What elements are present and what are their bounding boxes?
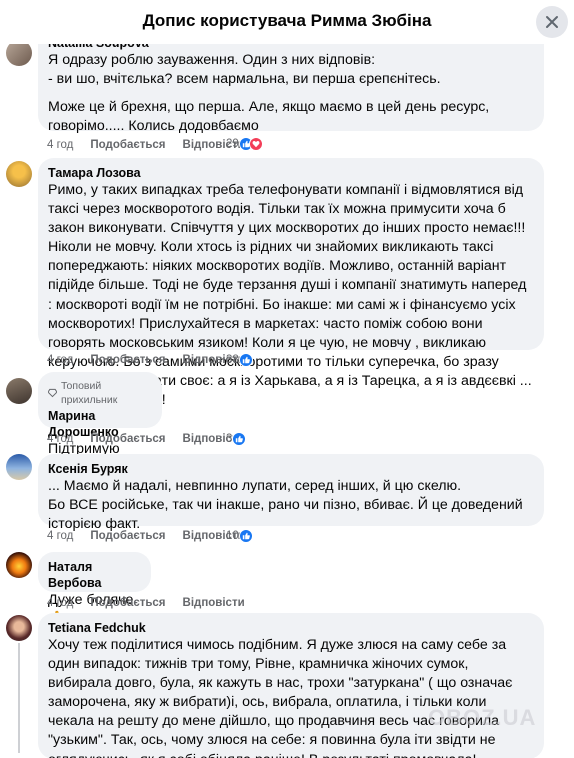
comment-author[interactable]: Наталя Вербова [48,559,139,591]
like-icon [238,529,253,543]
comment-time[interactable]: 4 год [47,597,73,609]
comment-time[interactable]: 4 год [47,139,73,151]
love-icon [248,137,263,151]
comment-text: Може це й брехня, що перша. Але, якщо ма… [48,99,490,135]
reaction-count[interactable]: 38 [226,353,253,367]
comment-time[interactable]: 4 год [47,354,73,366]
reaction-count[interactable]: 10 [226,529,253,543]
avatar[interactable] [6,454,32,480]
comment-author[interactable]: Тамара Лозова [48,165,532,181]
comment-bubble: Tetiana Fedchuk Хочу теж поділитися чимо… [38,613,544,758]
comment-author[interactable]: Tetiana Fedchuk [48,620,532,636]
like-button[interactable]: Подобається [90,530,165,542]
like-button[interactable]: Подобається [90,433,165,445]
avatar[interactable] [6,378,32,404]
comment-bubble: Тамара Лозова Римо, у таких випадках тре… [38,158,544,408]
reaction-count[interactable]: 3 [226,432,247,446]
diamond-icon [48,388,57,398]
comment-text: Хочу теж поділитися чимось подібним. Я д… [48,637,513,758]
comments-feed[interactable]: Nataliia Soupova Я одразу роблю зауважен… [0,36,574,758]
dialog-title: Допис користувача Римма Зюбіна [142,11,432,30]
reply-thread-line [18,643,20,753]
comment-bubble: Nataliia Soupova Я одразу роблю зауважен… [38,36,544,134]
comment-text: ... Маємо й надалі, невпинно лупати, сер… [48,478,523,533]
like-icon [238,353,253,367]
watermark-logo: OBOZ.UA [428,705,537,730]
badge-label: Топовий прихильник [60,380,118,406]
avatar[interactable] [6,161,32,187]
comment-author[interactable]: Ксенія Буряк [48,461,532,477]
like-icon [232,432,247,446]
reaction-number: 38 [226,354,239,366]
like-button[interactable]: Подобається [90,597,165,609]
reaction-number: 29 [226,138,239,150]
avatar[interactable] [6,615,32,641]
close-icon [546,16,558,28]
post-dialog-header: Допис користувача Римма Зюбіна [0,0,574,44]
comment-time[interactable]: 4 год [47,433,73,445]
reaction-count[interactable]: 29 [226,137,263,151]
comment-actions: 4 год Подобається Відповісти [47,597,262,609]
comment-bubble: Ксенія Буряк ... Маємо й надалі, невпинн… [38,454,544,532]
like-button[interactable]: Подобається [90,354,165,366]
close-button[interactable] [536,6,568,38]
reaction-number: 10 [226,530,239,542]
top-fan-badge: Топовий прихильник [48,379,150,407]
avatar[interactable] [6,552,32,578]
comment-bubble: Топовий прихильник Марина Дорошенко Підт… [38,372,162,457]
like-button[interactable]: Подобається [90,139,165,151]
reply-button[interactable]: Відповісти [183,597,245,609]
comment-bubble: Наталя Вербова Дуже боляче 🙏 [38,552,151,627]
comment-time[interactable]: 4 год [47,530,73,542]
comment-text: Я одразу роблю зауваження. Один з них ві… [48,52,441,88]
